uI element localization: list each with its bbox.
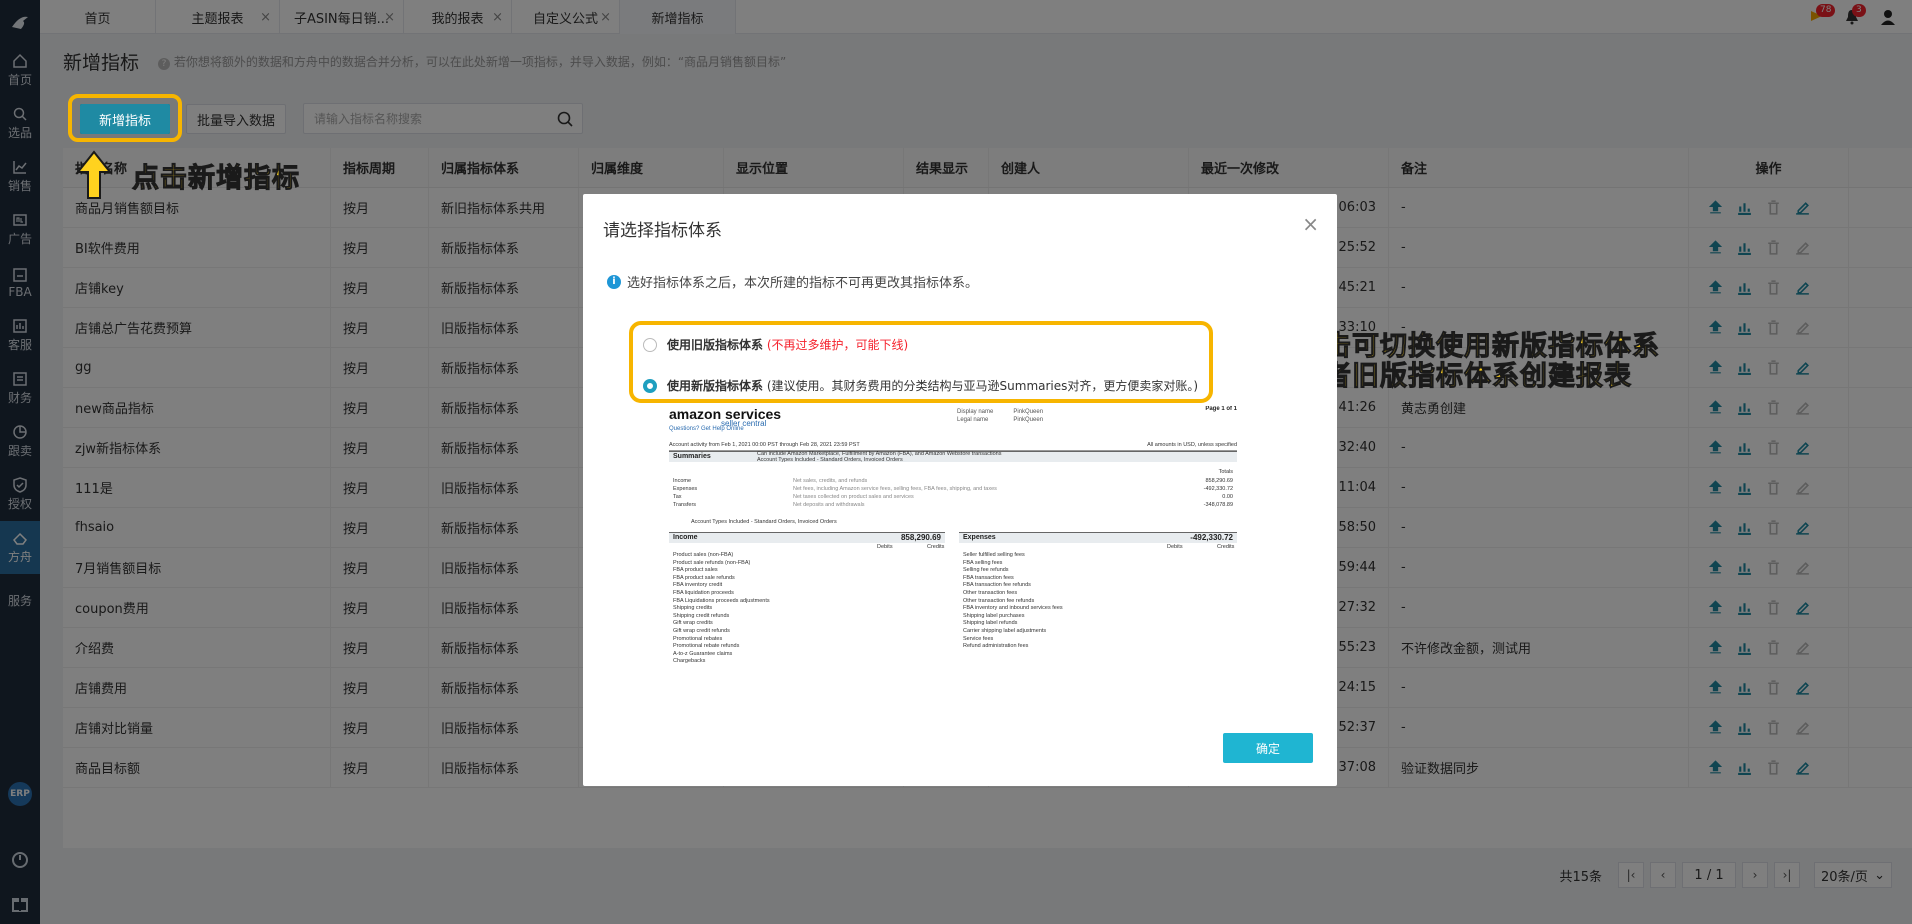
income-row: Promotional rebate refunds [673,643,740,650]
option-old-note: (不再过多维护，可能下线) [766,338,909,352]
confirm-button[interactable]: 确定 [1223,733,1313,763]
display-name-label: Display name [957,409,994,415]
switch-tip-line1: 点击可切换使用新版指标体系 [1296,331,1660,362]
statement-page: Page 1 of 1 [1205,406,1237,412]
income-row: Product sales (non-FBA) [673,552,734,558]
dialog-info: i 选好指标体系之后，本次所建的指标不可再更改其指标体系。 [607,272,978,291]
summary-row-label: Expenses [673,486,698,492]
expense-row: Other transaction fee refunds [963,597,1035,604]
summary-row-value: 858,290.69 [1205,478,1233,484]
statement-questions: Questions? Get Help Online [669,426,744,432]
legal-name-label: Legal name [957,417,989,423]
income-row: FBA liquidation proceeds [673,590,734,596]
expense-credits: Credits [1217,544,1235,550]
expense-row: Service fees [963,635,994,642]
expense-row: Other transaction fees [963,590,1018,596]
expense-row: Carrier shipping label adjustments [963,628,1047,634]
summary-row-desc: Net deposits and withdrawals [793,502,865,508]
statement-currency-note: All amounts in USD, unless specified [1147,442,1237,448]
income-row: A-to-z Guarantee claims [673,650,733,657]
switch-tip-annotation: 点击可切换使用新版指标体系 或者旧版指标体系创建报表 [1296,331,1660,392]
income-bar: Income 858,290.69 [669,532,945,543]
option-new-label: 使用新版指标体系 [667,379,764,393]
summary-row-label: Transfers [673,502,697,508]
income-row: FBA product sale refunds [673,574,735,581]
totals-label: Totals [1218,469,1233,475]
legal-name: PinkQueen [1013,417,1044,423]
summary-row-desc: Net fees, including Amazon service fees,… [793,486,997,492]
income-row: Shipping credit refunds [673,612,730,619]
option-new-system[interactable]: 使用新版指标体系 (建议使用。其财务费用的分类结构与亚马逊Summaries对齐… [643,377,1198,394]
summary-row-desc: Net sales, credits, and refunds [793,478,868,484]
expense-debits: Debits [1167,544,1183,550]
income-row: FBA inventory credit [673,582,723,589]
dialog-info-text: 选好指标体系之后，本次所建的指标不可再更改其指标体系。 [627,276,979,291]
statement-meta: Display name PinkQueen Legal name PinkQu… [957,408,1043,424]
summary-row-desc: Net taxes collected on product sales and… [793,494,914,500]
income-row: Shipping credits [673,605,713,612]
summary-row-label: Income [673,478,692,484]
info-icon: i [607,274,621,289]
expense-row: Seller fulfilled selling fees [963,552,1025,558]
option-old-label: 使用旧版指标体系 [667,338,764,352]
switch-tip-line2: 或者旧版指标体系创建报表 [1296,361,1632,392]
statement-preview-image: amazon services seller central Questions?… [667,406,1241,664]
income-row: FBA product sales [673,567,718,574]
income-row: Gift wrap credits [673,620,713,627]
statement-activity: Account activity from Feb 1, 2021 00:00 … [669,442,860,448]
add-metric-button-highlighted[interactable]: 新增指标 [80,104,170,134]
income-row: Promotional rebates [673,635,723,642]
income-row: Product sale refunds (non-FBA) [673,559,751,566]
income-row: Gift wrap credit refunds [673,628,730,634]
radio-old[interactable] [643,337,657,352]
expense-row: Shipping label purchases [963,612,1025,619]
income-row: Chargebacks [673,658,706,664]
display-name: PinkQueen [1013,409,1044,415]
expenses-total: -492,330.72 [1190,533,1233,542]
summary-row-label: Tax [673,494,682,500]
income-debits: Debits [877,544,893,550]
option-new-note: (建议使用。其财务费用的分类结构与亚马逊Summaries对齐，更方便卖家对账。… [766,379,1199,393]
summary-row-value: -348,078.89 [1203,502,1233,508]
radio-new[interactable] [643,378,657,393]
close-icon[interactable]: × [1302,212,1319,236]
account-types: Account Types Included - Standard Orders… [691,519,837,525]
option-old-system[interactable]: 使用旧版指标体系 (不再过多维护，可能下线) [643,336,908,353]
income-row: FBA Liquidations proceeds adjustments [673,597,770,604]
expense-row: Selling fee refunds [963,567,1009,574]
income-total: 858,290.69 [900,533,941,542]
expense-row: FBA selling fees [963,559,1003,566]
expenses-label: Expenses [963,534,996,541]
add-tip-annotation: 点击新增指标 [132,163,300,195]
expense-row: Shipping label refunds [963,620,1018,627]
summary-row-value: 0.00 [1222,494,1233,500]
expense-row: Refund administration fees [963,643,1029,650]
amazon-services-logo: amazon services seller central [669,406,781,428]
expenses-bar: Expenses -492,330.72 [959,532,1237,543]
expense-row: FBA transaction fee refunds [963,582,1031,589]
income-credits: Credits [927,544,945,550]
expense-row: FBA transaction fees [963,574,1014,581]
summary-row-value: -492,330.72 [1203,486,1233,492]
select-system-dialog: 请选择指标体系 × i 选好指标体系之后，本次所建的指标不可再更改其指标体系。 … [583,194,1337,786]
summaries-note2: Account Types Included - Standard Orders… [757,457,903,463]
expense-row: FBA inventory and inbound services fees [963,605,1063,612]
income-label: Income [673,534,698,541]
summaries-title: Summaries [673,453,711,460]
arrow-up-icon [76,150,112,199]
dialog-title: 请选择指标体系 [603,221,722,241]
